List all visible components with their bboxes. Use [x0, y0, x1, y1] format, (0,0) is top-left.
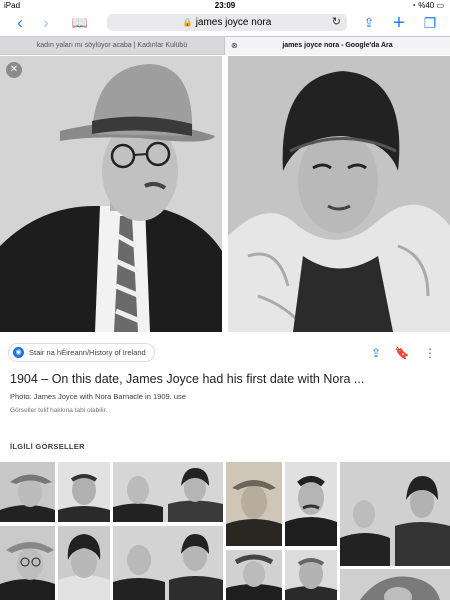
related-image[interactable]	[285, 550, 337, 600]
battery-level: %40	[418, 1, 435, 10]
save-result-icon[interactable]: 🔖	[392, 343, 412, 363]
related-image[interactable]	[226, 550, 282, 600]
back-icon[interactable]: ‹	[10, 13, 30, 33]
address-bar[interactable]: 🔒 james joyce nora ↻	[107, 14, 347, 31]
bookmarks-icon[interactable]: 📖	[70, 13, 90, 33]
related-image[interactable]	[113, 462, 223, 522]
more-options-icon[interactable]: ⋮	[420, 343, 440, 363]
forward-icon[interactable]: ›	[36, 13, 56, 33]
tab-kadinlar-kulubu[interactable]: kadın yaları mı söylüyor acaba | Kadınla…	[0, 37, 224, 55]
related-images-heading: İLGİLİ GÖRSELLER	[10, 442, 85, 451]
related-image[interactable]	[0, 526, 55, 600]
clock: 23:09	[214, 1, 236, 10]
related-image[interactable]	[58, 462, 110, 522]
copyright-notice: Görseller telif hakkına tabi olabilir.	[10, 407, 108, 414]
preview-image-james-joyce[interactable]: ✕	[0, 56, 222, 332]
reload-icon[interactable]: ↻	[332, 14, 341, 31]
related-image[interactable]	[285, 462, 337, 546]
related-image[interactable]	[340, 569, 450, 600]
share-result-icon[interactable]: ⇪	[366, 343, 386, 363]
tab-label: james joyce nora - Google'da Ara	[282, 42, 393, 49]
result-title[interactable]: 1904 – On this date, James Joyce had his…	[10, 372, 440, 386]
tab-label: kadın yaları mı söylüyor acaba | Kadınla…	[36, 42, 188, 49]
site-favicon-icon: ◉	[13, 347, 24, 358]
tab-google-search[interactable]: ⊗ james joyce nora - Google'da Ara	[224, 37, 450, 55]
source-chip[interactable]: ◉ Stair na hÉireann/History of Ireland	[8, 343, 155, 362]
related-image[interactable]	[58, 526, 110, 600]
tab-bar: kadın yaları mı söylüyor acaba | Kadınla…	[0, 36, 450, 55]
share-icon[interactable]: ⇪	[359, 13, 379, 33]
new-tab-icon[interactable]: +	[389, 13, 409, 33]
browser-toolbar: ‹ › 📖 🔒 james joyce nora ↻ ⇪ + ❐	[0, 12, 450, 34]
preview-image-nora-barnacle[interactable]	[228, 56, 450, 332]
related-image[interactable]	[113, 526, 223, 600]
source-name: Stair na hÉireann/History of Ireland	[29, 348, 146, 357]
related-image[interactable]	[340, 462, 450, 566]
related-image[interactable]	[0, 462, 55, 522]
image-preview: ✕	[0, 56, 450, 332]
related-image[interactable]	[226, 462, 282, 546]
battery-indicator: ◔ %40 ▭	[411, 1, 444, 10]
lock-icon: 🔒	[182, 18, 193, 27]
address-text: james joyce nora	[195, 17, 272, 28]
close-preview-icon[interactable]: ✕	[6, 62, 22, 78]
status-bar: iPad 23:09 ◔ %40 ▭	[0, 0, 450, 12]
result-caption: Photo: James Joyce with Nora Barnacle in…	[10, 392, 186, 401]
tabs-icon[interactable]: ❐	[420, 13, 440, 33]
close-tab-icon[interactable]: ⊗	[231, 37, 238, 55]
